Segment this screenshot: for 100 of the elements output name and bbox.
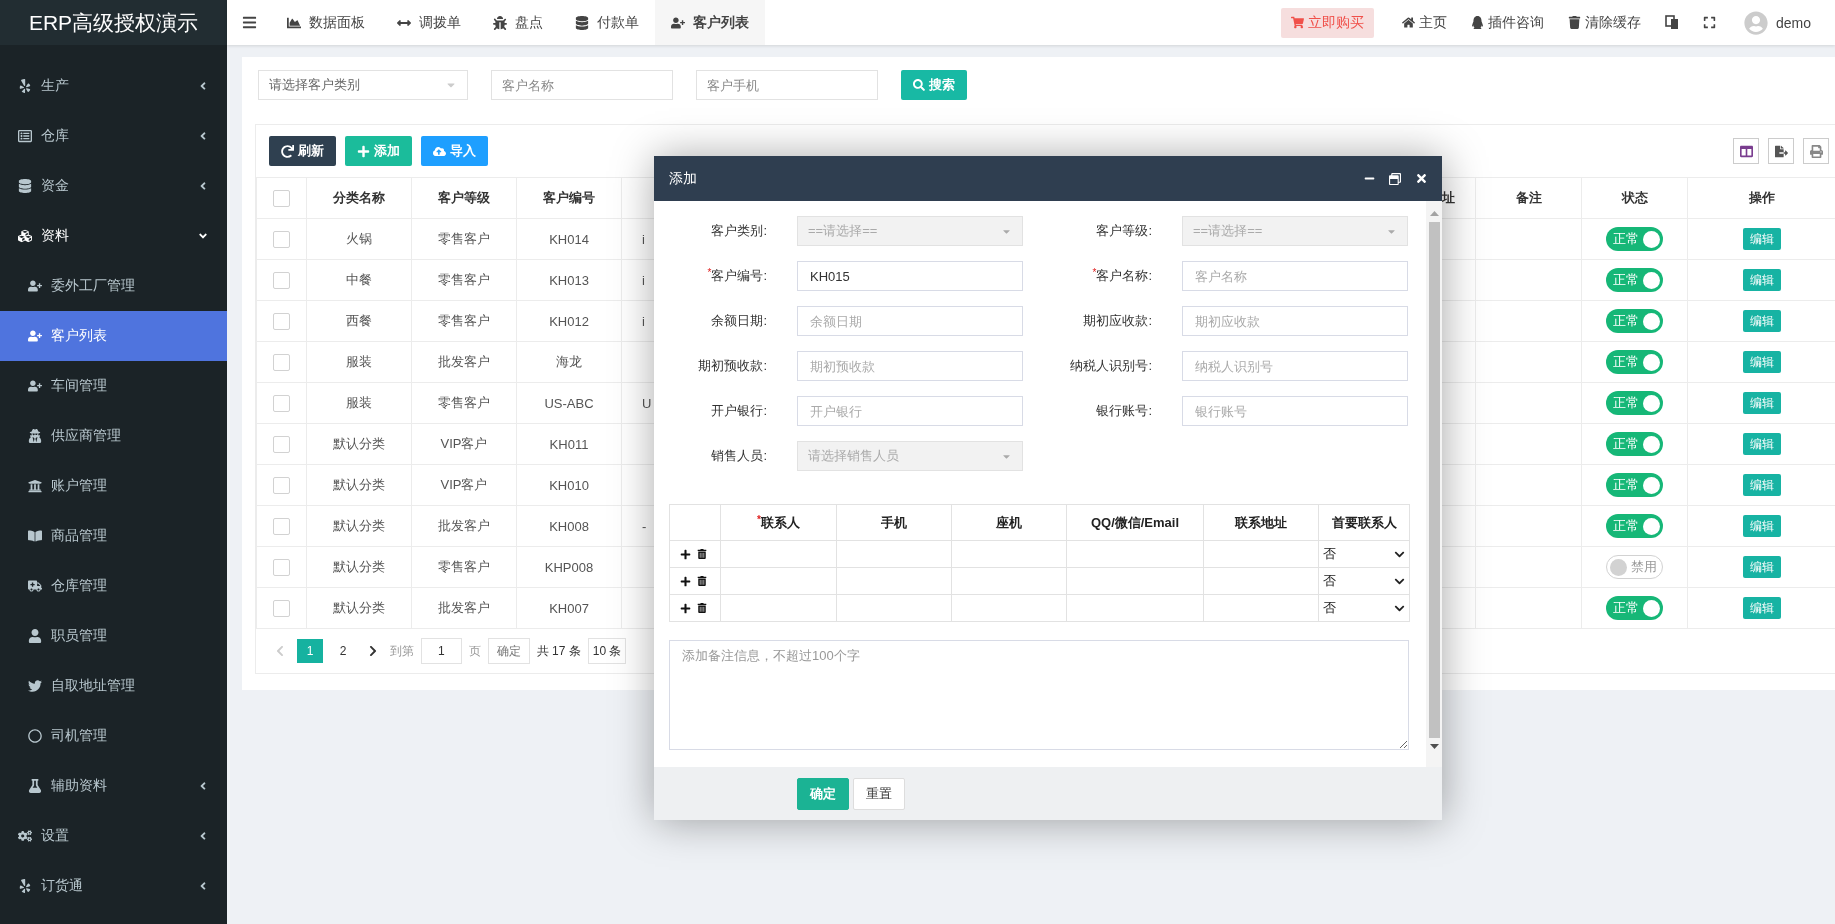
- sidebar-subitem[interactable]: 客户列表: [0, 311, 227, 361]
- input-field[interactable]: 余额日期: [797, 306, 1023, 336]
- add-row-icon[interactable]: [680, 575, 691, 587]
- name-field[interactable]: 客户名称: [491, 70, 673, 100]
- bug-icon: [493, 15, 507, 30]
- column-header: 址: [1442, 190, 1455, 205]
- table-cell: VIP客户: [440, 436, 488, 451]
- sidebar-subitem[interactable]: 辅助资料: [0, 761, 227, 811]
- columns-icon[interactable]: [1733, 138, 1759, 164]
- add-row-icon[interactable]: [680, 548, 691, 560]
- nav-tab[interactable]: 付款单: [559, 0, 655, 45]
- sidebar-item[interactable]: 订货通: [0, 861, 227, 911]
- delete-row-icon[interactable]: [697, 576, 707, 586]
- scroll-down-icon[interactable]: [1429, 744, 1439, 749]
- page-size-select[interactable]: 10 条: [587, 638, 627, 664]
- nav-tab[interactable]: 调拨单: [381, 0, 477, 45]
- header-link[interactable]: 主页: [1389, 13, 1459, 32]
- table-cell: KH014: [549, 231, 589, 247]
- sidebar-item-label: 仓库: [41, 127, 70, 145]
- sidebar-subitem[interactable]: 车间管理: [0, 361, 227, 411]
- reset-button[interactable]: 重置: [853, 777, 905, 810]
- export-icon[interactable]: [1768, 138, 1794, 164]
- row-checkbox[interactable]: [273, 599, 290, 617]
- sidebar-subitem[interactable]: 仓库管理: [0, 561, 227, 611]
- field-label: 纳税人识别号:: [1070, 358, 1152, 373]
- refresh-icon: [281, 144, 294, 158]
- sidebar-subitem[interactable]: 司机管理: [0, 711, 227, 761]
- table-cell: 零售客户: [438, 313, 490, 328]
- sidebar-item[interactable]: 生产: [0, 61, 227, 111]
- add-row-icon[interactable]: [680, 602, 691, 614]
- input-field[interactable]: 银行账号: [1182, 396, 1408, 426]
- input-field[interactable]: 期初应收款: [1182, 306, 1408, 336]
- sidebar-subitem[interactable]: 商品管理: [0, 511, 227, 561]
- header-link[interactable]: 插件咨询: [1458, 13, 1556, 32]
- sidebar-subitem[interactable]: 自取地址管理: [0, 661, 227, 711]
- sidebar-subitem-label: 车间管理: [51, 377, 108, 395]
- select-all-checkbox[interactable]: [273, 189, 290, 207]
- table-cell: 零售客户: [438, 395, 490, 410]
- user-name[interactable]: demo: [1767, 14, 1835, 31]
- print-icon[interactable]: [1803, 138, 1829, 164]
- restore-icon[interactable]: [1389, 172, 1401, 185]
- page-number-field[interactable]: 1: [421, 638, 462, 664]
- brand-title: ERP高级授权演示: [0, 0, 227, 45]
- phone-field[interactable]: 客户手机: [696, 70, 878, 100]
- sidebar-item[interactable]: 设置: [0, 811, 227, 861]
- input-field[interactable]: 纳税人识别号: [1182, 351, 1408, 381]
- book-icon: [28, 529, 42, 543]
- row-checkbox[interactable]: [273, 353, 290, 371]
- required-mark: *: [1092, 267, 1097, 278]
- header-link[interactable]: 清除缓存: [1555, 13, 1653, 32]
- row-checkbox[interactable]: [273, 558, 290, 576]
- table-cell: i: [642, 272, 645, 288]
- page-button[interactable]: 2: [330, 639, 356, 663]
- delete-row-icon[interactable]: [697, 603, 707, 613]
- row-checkbox[interactable]: [273, 476, 290, 494]
- nav-tab[interactable]: 盘点: [477, 0, 559, 45]
- refresh-button[interactable]: 刷新: [269, 136, 336, 166]
- scroll-thumb[interactable]: [1428, 222, 1440, 738]
- required-mark: *: [757, 513, 761, 525]
- goto-confirm-button[interactable]: 确定: [487, 638, 530, 664]
- sidebar-item[interactable]: 仓库: [0, 111, 227, 161]
- sidebar-subitem[interactable]: 供应商管理: [0, 411, 227, 461]
- truck-icon: [28, 579, 42, 593]
- table-cell: 默认分类: [333, 436, 385, 451]
- sidebar-item[interactable]: 资料: [0, 211, 227, 261]
- table-cell: 默认分类: [333, 518, 385, 533]
- sidebar-subitem[interactable]: 委外工厂管理: [0, 261, 227, 311]
- field-label: 开户银行:: [711, 403, 767, 418]
- nav-tab[interactable]: 客户列表: [655, 0, 765, 45]
- bird-icon: [28, 679, 42, 693]
- field-label: 余额日期:: [711, 313, 767, 328]
- input-field[interactable]: 期初预收款: [797, 351, 1023, 381]
- scrollbar[interactable]: [1426, 201, 1442, 767]
- table-cell: 批发客户: [438, 600, 490, 615]
- input-field[interactable]: 开户银行: [797, 396, 1023, 426]
- list-icon: [18, 129, 32, 143]
- sidebar-subitem-label: 仓库管理: [51, 577, 108, 595]
- sidebar-subitem[interactable]: 账户管理: [0, 461, 227, 511]
- category-select[interactable]: 请选择客户类别: [258, 70, 468, 100]
- input-field[interactable]: KH015: [797, 261, 1023, 291]
- remark-field[interactable]: 添加备注信息，不超过100个字: [669, 640, 1409, 750]
- row-checkbox[interactable]: [273, 271, 290, 289]
- field-label: 银行账号:: [1096, 403, 1152, 418]
- row-checkbox[interactable]: [273, 312, 290, 330]
- input-field[interactable]: 客户名称: [1182, 261, 1408, 291]
- sidebar-subitem-label: 自取地址管理: [51, 677, 136, 695]
- delete-row-icon[interactable]: [697, 549, 707, 559]
- sidebar-item[interactable]: 资金: [0, 161, 227, 211]
- row-checkbox[interactable]: [273, 517, 290, 535]
- row-checkbox[interactable]: [273, 230, 290, 248]
- sidebar-subitem[interactable]: 职员管理: [0, 611, 227, 661]
- scroll-up-icon[interactable]: [1429, 211, 1439, 216]
- row-checkbox[interactable]: [273, 435, 290, 453]
- nav-tab[interactable]: 数据面板: [271, 0, 381, 45]
- user-plus-icon: [28, 279, 42, 293]
- close-icon[interactable]: [1415, 172, 1428, 185]
- user-icon: [28, 629, 42, 643]
- column-header: 联系人: [760, 514, 800, 530]
- table-cell: 批发客户: [438, 354, 490, 369]
- row-checkbox[interactable]: [273, 394, 290, 412]
